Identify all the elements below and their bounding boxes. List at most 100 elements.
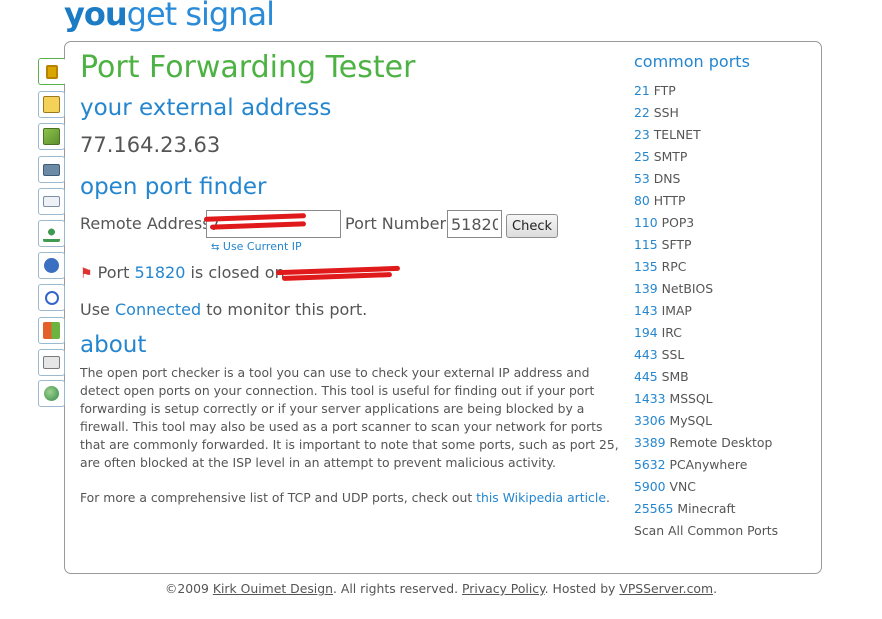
port-service-name: NetBIOS (661, 281, 714, 296)
port-number[interactable]: 22 (634, 105, 650, 120)
footer-hosted: . Hosted by (544, 581, 616, 596)
port-row[interactable]: 5900 VNC (634, 476, 814, 498)
port-number[interactable]: 135 (634, 259, 658, 274)
port-service-name: IRC (661, 325, 682, 340)
logo-you: you (64, 0, 128, 33)
port-row[interactable]: 135 RPC (634, 256, 814, 278)
port-row[interactable]: 110 POP3 (634, 212, 814, 234)
wikipedia-link[interactable]: this Wikipedia article (476, 490, 606, 505)
red-flag-icon: ⚑ (80, 266, 93, 282)
monitor-rest: to monitor this port. (206, 300, 368, 319)
port-row[interactable]: 3389 Remote Desktop (634, 432, 814, 454)
tool-tab-3[interactable] (38, 123, 65, 150)
port-number-label: Port Number (345, 214, 447, 233)
tool-tab-4[interactable] (38, 156, 65, 183)
port-status-line: ⚑ Port 51820 is closed on (80, 263, 285, 282)
port-number[interactable]: 443 (634, 347, 658, 362)
arrows-icon: ⇆ (211, 242, 220, 253)
port-number[interactable]: 25 (634, 149, 650, 164)
open-port-finder-heading: open port finder (80, 174, 267, 200)
port-row[interactable]: 443 SSL (634, 344, 814, 366)
port-row[interactable]: 143 IMAP (634, 300, 814, 322)
port-service-name: TELNET (653, 127, 701, 142)
footer-host-link[interactable]: VPSServer.com (619, 581, 713, 596)
lock-icon (46, 64, 58, 79)
port-row[interactable]: 80 HTTP (634, 190, 814, 212)
port-service-name: PCAnywhere (669, 457, 748, 472)
port-row[interactable]: 445 SMB (634, 366, 814, 388)
port-number[interactable]: 3306 (634, 413, 666, 428)
port-row[interactable]: 21 FTP (634, 80, 814, 102)
port-service-name: SMTP (653, 149, 688, 164)
tool-tab-6[interactable] (38, 220, 65, 247)
tool-tab-9[interactable] (38, 317, 65, 344)
port-number[interactable]: 21 (634, 83, 650, 98)
port-number-input[interactable] (447, 210, 502, 238)
tool-tab-port-forwarding[interactable] (38, 58, 66, 85)
port-number[interactable]: 110 (634, 215, 658, 230)
map-icon (43, 128, 60, 145)
check-button[interactable]: Check (506, 214, 558, 238)
port-service-name: MSSQL (669, 391, 713, 406)
port-row[interactable]: 53 DNS (634, 168, 814, 190)
port-number[interactable]: 5632 (634, 457, 666, 472)
tool-tab-2[interactable] (38, 91, 65, 118)
port-number[interactable]: 3389 (634, 435, 666, 450)
page-title: Port Forwarding Tester (80, 50, 416, 85)
windows-icon (43, 322, 60, 339)
remote-address-label: Remote Address (80, 214, 211, 233)
port-row[interactable]: 5632 PCAnywhere (634, 454, 814, 476)
footer-privacy-link[interactable]: Privacy Policy (462, 581, 545, 596)
port-row[interactable]: 23 TELNET (634, 124, 814, 146)
footer-copyright: ©2009 (164, 581, 209, 596)
port-service-name: RPC (661, 259, 687, 274)
tool-tab-10[interactable] (38, 349, 65, 376)
port-service-name: Minecraft (677, 501, 736, 516)
site-logo[interactable]: youget signal (64, 0, 275, 34)
port-row[interactable]: 22 SSH (634, 102, 814, 124)
port-service-name: IMAP (661, 303, 692, 318)
port-row[interactable]: 115 SFTP (634, 234, 814, 256)
port-service-name: DNS (653, 171, 681, 186)
port-service-name: SSH (653, 105, 679, 120)
port-number[interactable]: 5900 (634, 479, 666, 494)
port-service-name: SSL (661, 347, 685, 362)
network-icon (43, 225, 60, 242)
more-suffix: . (605, 490, 610, 505)
port-number[interactable]: 23 (634, 127, 650, 142)
external-address-heading: your external address (80, 95, 332, 121)
ports-list: 21 FTP 22 SSH 23 TELNET 25 SMTP 53 DNS 80 HTT… (634, 80, 814, 520)
footer-author-link[interactable]: Kirk Ouimet Design (213, 581, 333, 596)
tool-tab-5[interactable] (38, 188, 65, 215)
port-number[interactable]: 143 (634, 303, 658, 318)
port-number[interactable]: 1433 (634, 391, 666, 406)
tool-tab-7[interactable] (38, 252, 65, 279)
port-number[interactable]: 25565 (634, 501, 673, 516)
status-prefix: Port (97, 263, 130, 282)
tool-tab-8[interactable] (38, 284, 65, 311)
port-number[interactable]: 139 (634, 281, 658, 296)
status-port-link[interactable]: 51820 (134, 263, 185, 282)
port-row[interactable]: 25 SMTP (634, 146, 814, 168)
port-row[interactable]: 139 NetBIOS (634, 278, 814, 300)
port-number[interactable]: 445 (634, 369, 658, 384)
use-current-ip-label: Use Current IP (222, 240, 302, 253)
more-info-line: For more a comprehensive list of TCP and… (80, 490, 610, 505)
port-number[interactable]: 194 (634, 325, 658, 340)
port-row[interactable]: 3306 MySQL (634, 410, 814, 432)
globe-icon (44, 386, 59, 401)
port-service-name: SFTP (661, 237, 692, 252)
connected-link[interactable]: Connected (115, 300, 201, 319)
use-current-ip-link[interactable]: ⇆ Use Current IP (211, 240, 302, 253)
port-number[interactable]: 115 (634, 237, 658, 252)
printer-icon (43, 356, 60, 369)
port-row[interactable]: 194 IRC (634, 322, 814, 344)
port-row[interactable]: 25565 Minecraft (634, 498, 814, 520)
port-number[interactable]: 80 (634, 193, 650, 208)
port-row[interactable]: 1433 MSSQL (634, 388, 814, 410)
tool-tab-11[interactable] (38, 380, 65, 407)
common-ports-sidebar: common ports 21 FTP 22 SSH 23 TELNET 25 SMT… (634, 52, 814, 542)
scan-all-ports-link[interactable]: Scan All Common Ports (634, 520, 814, 542)
port-number[interactable]: 53 (634, 171, 650, 186)
more-prefix: For more a comprehensive list of TCP and… (80, 490, 473, 505)
